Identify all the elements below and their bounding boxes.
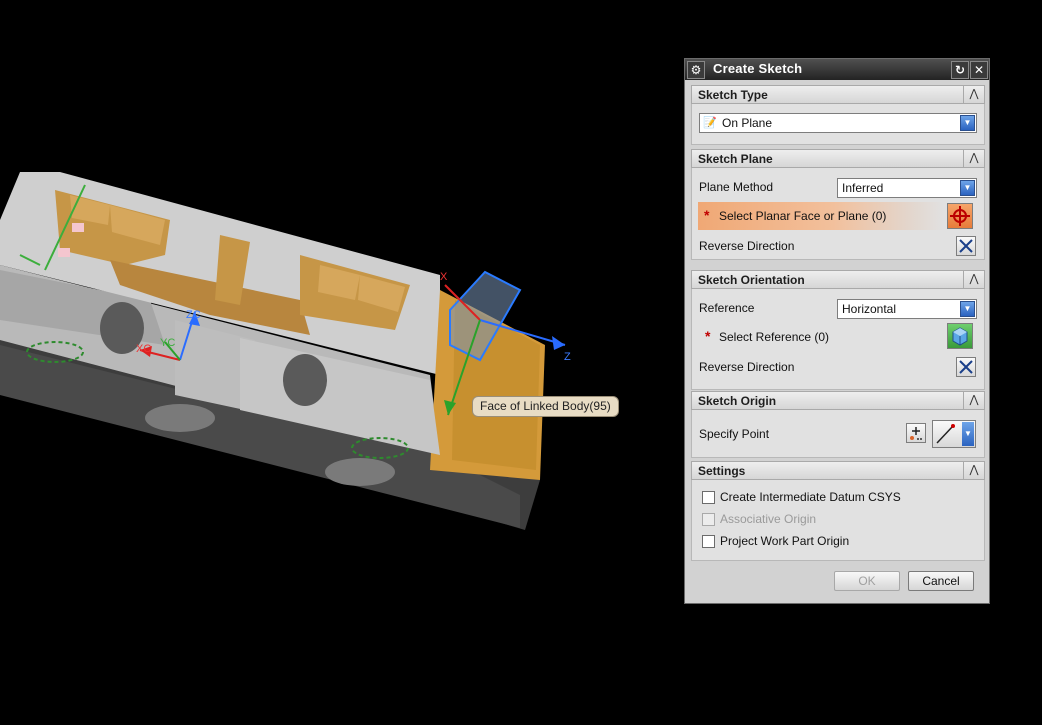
- required-marker: *: [705, 328, 711, 344]
- dialog-titlebar[interactable]: ⚙ Create Sketch ↻ ✕: [685, 59, 989, 80]
- inferred-point-dropdown[interactable]: ▼: [932, 420, 976, 448]
- section-body-sketch-type: 📝 On Plane ▼: [691, 104, 985, 145]
- section-header-sketch-orientation[interactable]: Sketch Orientation ⋀: [691, 270, 985, 289]
- section-body-sketch-orientation: Reference Horizontal ▼ * Select Referenc…: [691, 289, 985, 390]
- chevron-up-icon[interactable]: ⋀: [963, 85, 984, 104]
- section-body-sketch-plane: Plane Method Inferred ▼ * Select Planar …: [691, 168, 985, 260]
- sketch-plane-icon: 📝: [703, 117, 717, 129]
- triad-z-label: Z: [564, 351, 571, 363]
- section-body-sketch-origin: Specify Point ▼: [691, 410, 985, 458]
- point-dialog-icon: [910, 427, 922, 440]
- gear-icon[interactable]: ⚙: [687, 61, 705, 79]
- section-header-settings[interactable]: Settings ⋀: [691, 461, 985, 480]
- wcs-xc-label: XC: [136, 343, 151, 355]
- select-planar-face-label: Select Planar Face or Plane (0): [719, 209, 887, 223]
- close-icon[interactable]: ✕: [970, 61, 988, 79]
- plane-method-label: Plane Method: [699, 180, 774, 194]
- select-face-button[interactable]: [947, 203, 973, 229]
- inferred-point-icon: [936, 424, 955, 444]
- create-intermediate-datum-label[interactable]: Create Intermediate Datum CSYS: [720, 490, 901, 504]
- associative-origin-label: Associative Origin: [720, 512, 817, 526]
- chevron-up-icon[interactable]: ⋀: [963, 149, 984, 168]
- chevron-up-icon[interactable]: ⋀: [963, 461, 984, 480]
- section-title: Sketch Plane: [698, 152, 773, 166]
- ok-button[interactable]: OK: [834, 571, 900, 591]
- section-title: Sketch Origin: [698, 394, 777, 408]
- selection-tooltip: Face of Linked Body(95): [472, 396, 619, 417]
- plane-method-dropdown[interactable]: Inferred ▼: [837, 178, 977, 198]
- wcs-zc-label: ZC: [186, 309, 201, 321]
- chevron-down-icon[interactable]: ▼: [960, 180, 975, 196]
- hole-4: [325, 458, 395, 486]
- reference-dropdown[interactable]: Horizontal ▼: [837, 299, 977, 319]
- triad-x-label: X: [440, 271, 448, 283]
- hole-3: [145, 404, 215, 432]
- section-title: Settings: [698, 464, 746, 478]
- wcs-yc-label: YC: [160, 337, 175, 349]
- reverse-direction-icon: [959, 239, 973, 253]
- reverse-direction-label: Reverse Direction: [699, 360, 795, 374]
- create-intermediate-datum-checkbox[interactable]: [702, 491, 715, 504]
- point-dialog-button[interactable]: [906, 423, 926, 443]
- required-marker: *: [704, 207, 710, 223]
- hole-2: [283, 354, 327, 406]
- select-planar-face-row[interactable]: * Select Planar Face or Plane (0): [698, 202, 944, 230]
- section-header-sketch-plane[interactable]: Sketch Plane ⋀: [691, 149, 985, 168]
- chevron-down-icon[interactable]: ▼: [960, 115, 975, 131]
- dropdown-value: On Plane: [722, 116, 773, 130]
- dropdown-value: Horizontal: [842, 302, 897, 316]
- select-reference-label[interactable]: Select Reference (0): [719, 330, 829, 344]
- select-reference-button[interactable]: [947, 323, 973, 349]
- reset-icon[interactable]: ↻: [951, 61, 969, 79]
- section-title: Sketch Orientation: [698, 273, 805, 287]
- reverse-direction-label: Reverse Direction: [699, 239, 795, 253]
- reverse-direction-button[interactable]: [956, 236, 976, 256]
- dropdown-value: Inferred: [842, 181, 884, 195]
- project-work-part-origin-checkbox[interactable]: [702, 535, 715, 548]
- chevron-up-icon[interactable]: ⋀: [963, 270, 984, 289]
- specify-point-label: Specify Point: [699, 427, 770, 441]
- reverse-direction-icon: [959, 360, 973, 374]
- reverse-direction-button[interactable]: [956, 357, 976, 377]
- section-header-sketch-type[interactable]: Sketch Type ⋀: [691, 85, 985, 104]
- section-title: Sketch Type: [698, 88, 768, 102]
- cube-icon: [952, 327, 968, 346]
- part-model[interactable]: X Z XC YC ZC: [0, 0, 680, 725]
- section-header-sketch-origin[interactable]: Sketch Origin ⋀: [691, 391, 985, 410]
- chevron-up-icon[interactable]: ⋀: [963, 391, 984, 410]
- chevron-down-icon[interactable]: ▼: [962, 422, 974, 446]
- reference-label: Reference: [699, 301, 755, 315]
- create-sketch-dialog: ⚙ Create Sketch ↻ ✕ Sketch Type ⋀ 📝 On P…: [684, 58, 990, 604]
- crosshair-icon: [950, 206, 970, 226]
- sketch-type-dropdown[interactable]: 📝 On Plane ▼: [699, 113, 977, 133]
- section-body-settings: Create Intermediate Datum CSYS Associati…: [691, 480, 985, 561]
- chevron-down-icon[interactable]: ▼: [960, 301, 975, 317]
- dialog-title: Create Sketch: [713, 61, 803, 76]
- project-work-part-origin-label[interactable]: Project Work Part Origin: [720, 534, 849, 548]
- cancel-button[interactable]: Cancel: [908, 571, 974, 591]
- associative-origin-checkbox: [702, 513, 715, 526]
- graphics-viewport[interactable]: X Z XC YC ZC Face of Linked Body(95): [0, 0, 680, 725]
